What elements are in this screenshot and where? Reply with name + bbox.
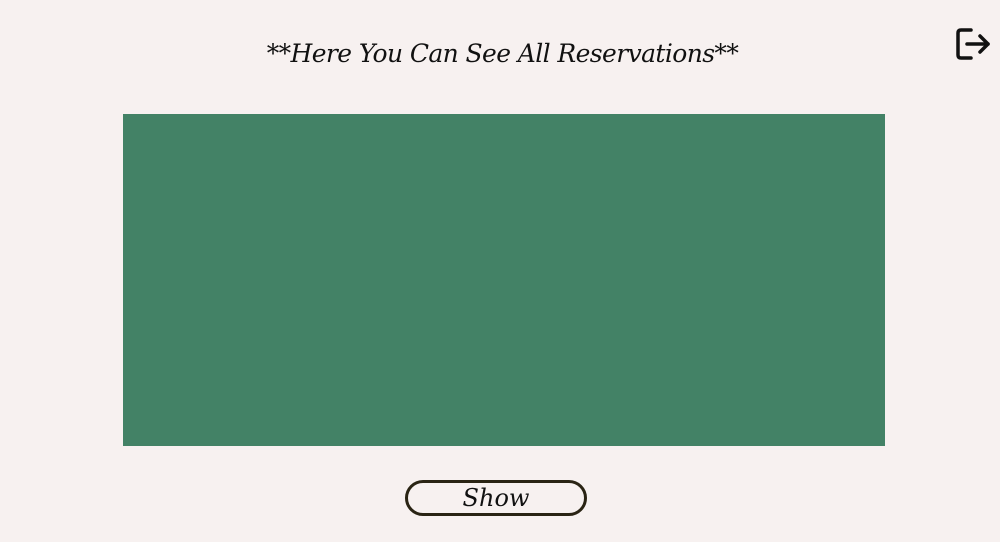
reservations-panel — [123, 114, 885, 446]
show-button[interactable]: Show — [405, 480, 587, 516]
logout-icon — [956, 28, 990, 60]
page-title: **Here You Can See All Reservations** — [266, 39, 739, 68]
logout-button[interactable] — [953, 24, 995, 64]
